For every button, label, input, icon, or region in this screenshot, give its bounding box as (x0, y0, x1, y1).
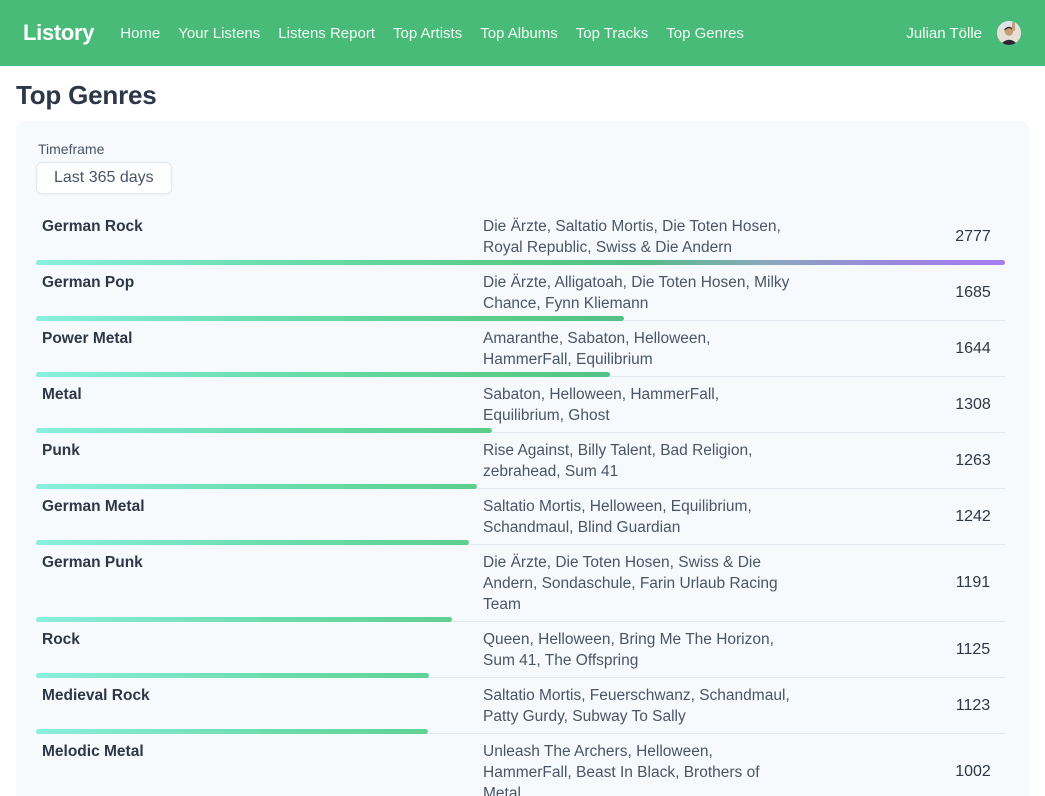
genre-artists: Die Ärzte, Saltatio Mortis, Die Toten Ho… (483, 215, 793, 258)
genre-name: Medieval Rock (36, 684, 483, 706)
nav-item-listens-report[interactable]: Listens Report (278, 25, 375, 42)
genre-progress-bar (36, 729, 428, 734)
timeframe-select[interactable]: Last 365 days (36, 162, 172, 194)
genre-name: Punk (36, 439, 483, 461)
genre-count: 1123 (941, 697, 1005, 715)
genre-count: 1191 (941, 574, 1005, 592)
genre-name: German Pop (36, 271, 483, 293)
genre-count: 1263 (941, 452, 1005, 470)
page-title: Top Genres (16, 80, 1029, 111)
genre-progress-bar (36, 316, 624, 321)
nav-item-top-tracks[interactable]: Top Tracks (576, 25, 649, 42)
genre-row: German PunkDie Ärzte, Die Toten Hosen, S… (36, 545, 1005, 622)
genre-artists: Die Ärzte, Alligatoah, Die Toten Hosen, … (483, 271, 793, 314)
user-avatar-icon[interactable] (997, 21, 1021, 45)
genre-progress-bar (36, 372, 610, 377)
nav-item-home[interactable]: Home (120, 25, 160, 42)
user-area: Julian Tölle (906, 21, 1021, 45)
genre-progress-bar (36, 260, 1005, 265)
nav-item-top-artists[interactable]: Top Artists (393, 25, 462, 42)
genre-name: Melodic Metal (36, 740, 483, 762)
navbar: Listory Home Your Listens Listens Report To… (0, 0, 1045, 66)
genre-name: Rock (36, 628, 483, 650)
nav-item-your-listens[interactable]: Your Listens (178, 25, 260, 42)
nav-item-top-genres[interactable]: Top Genres (666, 25, 744, 42)
genre-count: 2777 (941, 228, 1005, 246)
genre-artists: Saltatio Mortis, Feuerschwanz, Schandmau… (483, 684, 793, 727)
genre-count: 1242 (941, 508, 1005, 526)
genre-table: German RockDie Ärzte, Saltatio Mortis, D… (36, 209, 1005, 796)
genre-progress-bar (36, 617, 452, 622)
genre-name: Power Metal (36, 327, 483, 349)
user-name[interactable]: Julian Tölle (906, 25, 982, 42)
genre-row: MetalSabaton, Helloween, HammerFall, Equ… (36, 377, 1005, 433)
genre-progress-bar (36, 673, 429, 678)
top-genres-panel: Timeframe Last 365 days German RockDie Ä… (16, 121, 1029, 796)
genre-name: German Metal (36, 495, 483, 517)
genre-count: 1644 (941, 340, 1005, 358)
genre-name: German Punk (36, 551, 483, 573)
genre-artists: Sabaton, Helloween, HammerFall, Equilibr… (483, 383, 793, 426)
genre-name: German Rock (36, 215, 483, 237)
genre-row: Power MetalAmaranthe, Sabaton, Helloween… (36, 321, 1005, 377)
genre-progress-bar (36, 540, 469, 545)
app-logo[interactable]: Listory (23, 20, 94, 46)
genre-artists: Unleash The Archers, Helloween, HammerFa… (483, 740, 793, 796)
timeframe-label: Timeframe (38, 141, 1005, 157)
genre-row: RockQueen, Helloween, Bring Me The Horiz… (36, 622, 1005, 678)
genre-count: 1002 (941, 763, 1005, 781)
genre-count: 1125 (941, 641, 1005, 659)
genre-progress-bar (36, 484, 477, 489)
nav-item-top-albums[interactable]: Top Albums (480, 25, 558, 42)
main-content: Top Genres Timeframe Last 365 days Germa… (0, 66, 1045, 796)
genre-progress-bar (36, 428, 492, 433)
genre-artists: Queen, Helloween, Bring Me The Horizon, … (483, 628, 793, 671)
genre-row: German MetalSaltatio Mortis, Helloween, … (36, 489, 1005, 545)
genre-row: PunkRise Against, Billy Talent, Bad Reli… (36, 433, 1005, 489)
genre-name: Metal (36, 383, 483, 405)
genre-row: Melodic MetalUnleash The Archers, Hellow… (36, 734, 1005, 796)
genre-row: German PopDie Ärzte, Alligatoah, Die Tot… (36, 265, 1005, 321)
genre-row: German RockDie Ärzte, Saltatio Mortis, D… (36, 209, 1005, 265)
genre-artists: Saltatio Mortis, Helloween, Equilibrium,… (483, 495, 793, 538)
genre-count: 1685 (941, 284, 1005, 302)
genre-artists: Die Ärzte, Die Toten Hosen, Swiss & Die … (483, 551, 793, 615)
genre-row: Medieval RockSaltatio Mortis, Feuerschwa… (36, 678, 1005, 734)
main-nav: Home Your Listens Listens Report Top Artist… (120, 25, 744, 42)
genre-count: 1308 (941, 396, 1005, 414)
genre-artists: Amaranthe, Sabaton, Helloween, HammerFal… (483, 327, 793, 370)
genre-artists: Rise Against, Billy Talent, Bad Religion… (483, 439, 793, 482)
